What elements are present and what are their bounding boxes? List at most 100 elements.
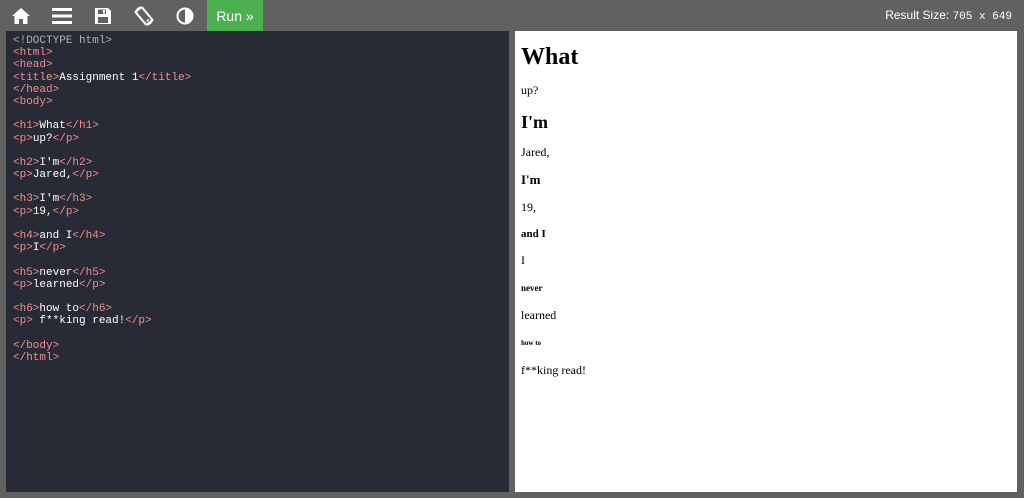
- code-tag-token: <p>: [13, 242, 33, 255]
- menu-button[interactable]: [41, 0, 82, 31]
- code-line: <html>: [13, 47, 509, 59]
- code-line: </html>: [13, 352, 509, 364]
- code-line: <p>19,</p>: [13, 206, 509, 218]
- result-size: Result Size: 705 x 649: [885, 8, 1012, 23]
- code-tag-token: </p>: [39, 242, 66, 255]
- code-text-token: What: [39, 120, 66, 133]
- code-tag-token: <h4>: [13, 230, 40, 242]
- code-line: </body>: [13, 340, 509, 352]
- result-p1: up?: [521, 83, 539, 97]
- code-tag-token: <p>: [13, 205, 33, 218]
- home-icon: [11, 7, 31, 25]
- code-text-token: up?: [32, 132, 53, 145]
- code-tag-token: </title>: [138, 71, 192, 84]
- code-line: <p>up?</p>: [13, 133, 509, 145]
- code-tag-token: <h1>: [13, 120, 40, 133]
- save-button[interactable]: [82, 0, 123, 31]
- code-tag-token: </body>: [13, 339, 60, 352]
- result-size-label: Result Size:: [885, 8, 950, 22]
- code-editor[interactable]: <!DOCTYPE html> <html> <head> <title>Assign…: [6, 31, 509, 492]
- code-tag-token: </head>: [13, 83, 60, 96]
- code-tag-token: </h4>: [72, 230, 106, 242]
- code-line: <p> f**king read!</p>: [13, 315, 509, 327]
- code-tag-token: <p>: [13, 315, 33, 328]
- code-tag-token: </p>: [72, 169, 99, 182]
- code-text-token: I'm: [39, 193, 60, 206]
- code-line: <title>Assignment 1</title>: [13, 72, 509, 84]
- result-h6: how to: [521, 339, 542, 347]
- code-line: <head>: [13, 59, 509, 71]
- code-tag-token: </html>: [13, 351, 60, 364]
- code-line: <h2>I'm</h2>: [13, 157, 509, 169]
- code-tag-token: <head>: [13, 59, 53, 72]
- code-line: <p>learned</p>: [13, 279, 509, 291]
- code-text-token: learned: [32, 278, 80, 291]
- result-p6: f**king read!: [521, 363, 586, 377]
- code-tag-token: </p>: [125, 315, 152, 328]
- code-line: <body>: [13, 96, 509, 108]
- code-text-token: never: [39, 266, 73, 279]
- code-tag-token: <h2>: [13, 156, 40, 169]
- code-line: <!DOCTYPE html>: [13, 35, 509, 47]
- code-tag-token: <p>: [13, 132, 33, 145]
- result-h3: I'm: [521, 172, 541, 187]
- result-size-value: 705 x 649: [952, 11, 1012, 23]
- result-pane: What up? I'm Jared, I'm 19, and I I neve…: [515, 31, 1017, 492]
- code-tag-token: </h3>: [59, 193, 93, 206]
- code-tag-token: </p>: [52, 205, 80, 218]
- code-tag-token: <p>: [13, 169, 33, 182]
- code-text-token: how to: [39, 303, 80, 316]
- menu-icon: [51, 7, 72, 25]
- code-line: <h4>and I</h4>: [13, 230, 509, 242]
- code-text-token: Jared,: [32, 169, 73, 182]
- code-text-token: and I: [39, 230, 73, 242]
- result-p2: Jared,: [521, 145, 550, 159]
- code-tag-token: <html>: [13, 47, 53, 60]
- code-tag-token: </p>: [52, 132, 80, 145]
- rotate-icon: [133, 5, 155, 27]
- result-h1: What: [521, 44, 579, 70]
- result-h5: never: [521, 283, 543, 293]
- code-line: <h3>I'm</h3>: [13, 193, 509, 205]
- code-line: <h5>never</h5>: [13, 267, 509, 279]
- code-line: <p>Jared,</p>: [13, 169, 509, 181]
- code-text-token: I'm: [39, 156, 60, 169]
- code-tag-token: <h5>: [13, 266, 40, 279]
- contrast-icon: [176, 7, 194, 25]
- code-tag-token: <h3>: [13, 193, 40, 206]
- code-tag-token: <body>: [13, 95, 53, 108]
- code-text-token: 19,: [32, 205, 53, 218]
- code-text-token: f**king read!: [32, 315, 126, 328]
- save-icon: [94, 7, 112, 25]
- code-line: <h1>What</h1>: [13, 120, 509, 132]
- result-h2: I'm: [521, 112, 548, 132]
- code-tag-token: </h6>: [79, 303, 113, 316]
- code-tag-token: <title>: [13, 71, 60, 84]
- code-line: <h6>how to</h6>: [13, 303, 509, 315]
- code-doctype-token: <!DOCTYPE html>: [13, 35, 113, 47]
- result-p5: learned: [521, 308, 557, 322]
- run-button[interactable]: Run »: [207, 0, 263, 31]
- code-tag-token: <h6>: [13, 303, 40, 316]
- result-h4: and I: [521, 228, 546, 240]
- code-tag-token: </h1>: [65, 120, 99, 133]
- code-line: <p>I</p>: [13, 242, 509, 254]
- code-tag-token: <p>: [13, 278, 33, 291]
- code-tag-token: </h2>: [59, 156, 93, 169]
- toolbar: Run » Result Size: 705 x 649: [0, 0, 1024, 31]
- code-line: </head>: [13, 84, 509, 96]
- code-tag-token: </p>: [79, 278, 106, 291]
- home-button[interactable]: [0, 0, 41, 31]
- code-text-token: Assignment 1: [59, 71, 139, 84]
- rotate-button[interactable]: [123, 0, 164, 31]
- code-tag-token: </h5>: [72, 266, 106, 279]
- result-p4: I: [521, 253, 525, 267]
- contrast-button[interactable]: [164, 0, 205, 31]
